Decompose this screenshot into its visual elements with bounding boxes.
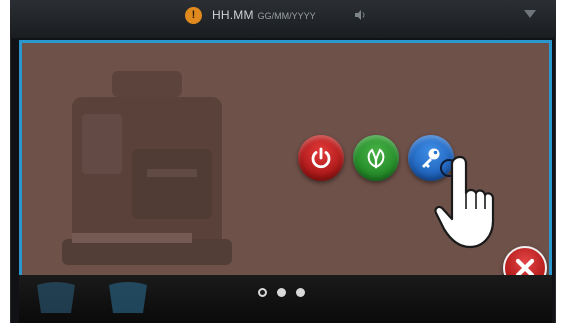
page-dot-1[interactable]: [258, 288, 267, 297]
hand-pointer-icon: [434, 155, 495, 249]
coffee-machine-image: [62, 71, 232, 265]
bottom-strip: [19, 275, 552, 323]
page-dot-2[interactable]: [277, 288, 286, 297]
warning-icon[interactable]: !: [185, 6, 202, 24]
page-dot-3[interactable]: [296, 288, 305, 297]
leaf-icon: [367, 148, 385, 169]
page-indicator: [258, 288, 305, 297]
glass-right-icon: [109, 282, 147, 313]
chevron-down-icon[interactable]: [524, 10, 536, 18]
status-content: ! HH.MM GG/MM/YYYY: [185, 0, 366, 30]
eco-button[interactable]: [353, 135, 399, 181]
glass-left-icon: [37, 282, 75, 313]
power-button[interactable]: [298, 135, 344, 181]
power-icon: [311, 147, 331, 169]
time-display: HH.MM: [212, 8, 254, 22]
status-bar: ! HH.MM GG/MM/YYYY: [10, 0, 556, 38]
date-display: GG/MM/YYYY: [257, 11, 316, 21]
device-screen: ! HH.MM GG/MM/YYYY: [0, 0, 564, 323]
speaker-icon[interactable]: [354, 9, 366, 21]
machine-options-overlay: [19, 40, 552, 305]
